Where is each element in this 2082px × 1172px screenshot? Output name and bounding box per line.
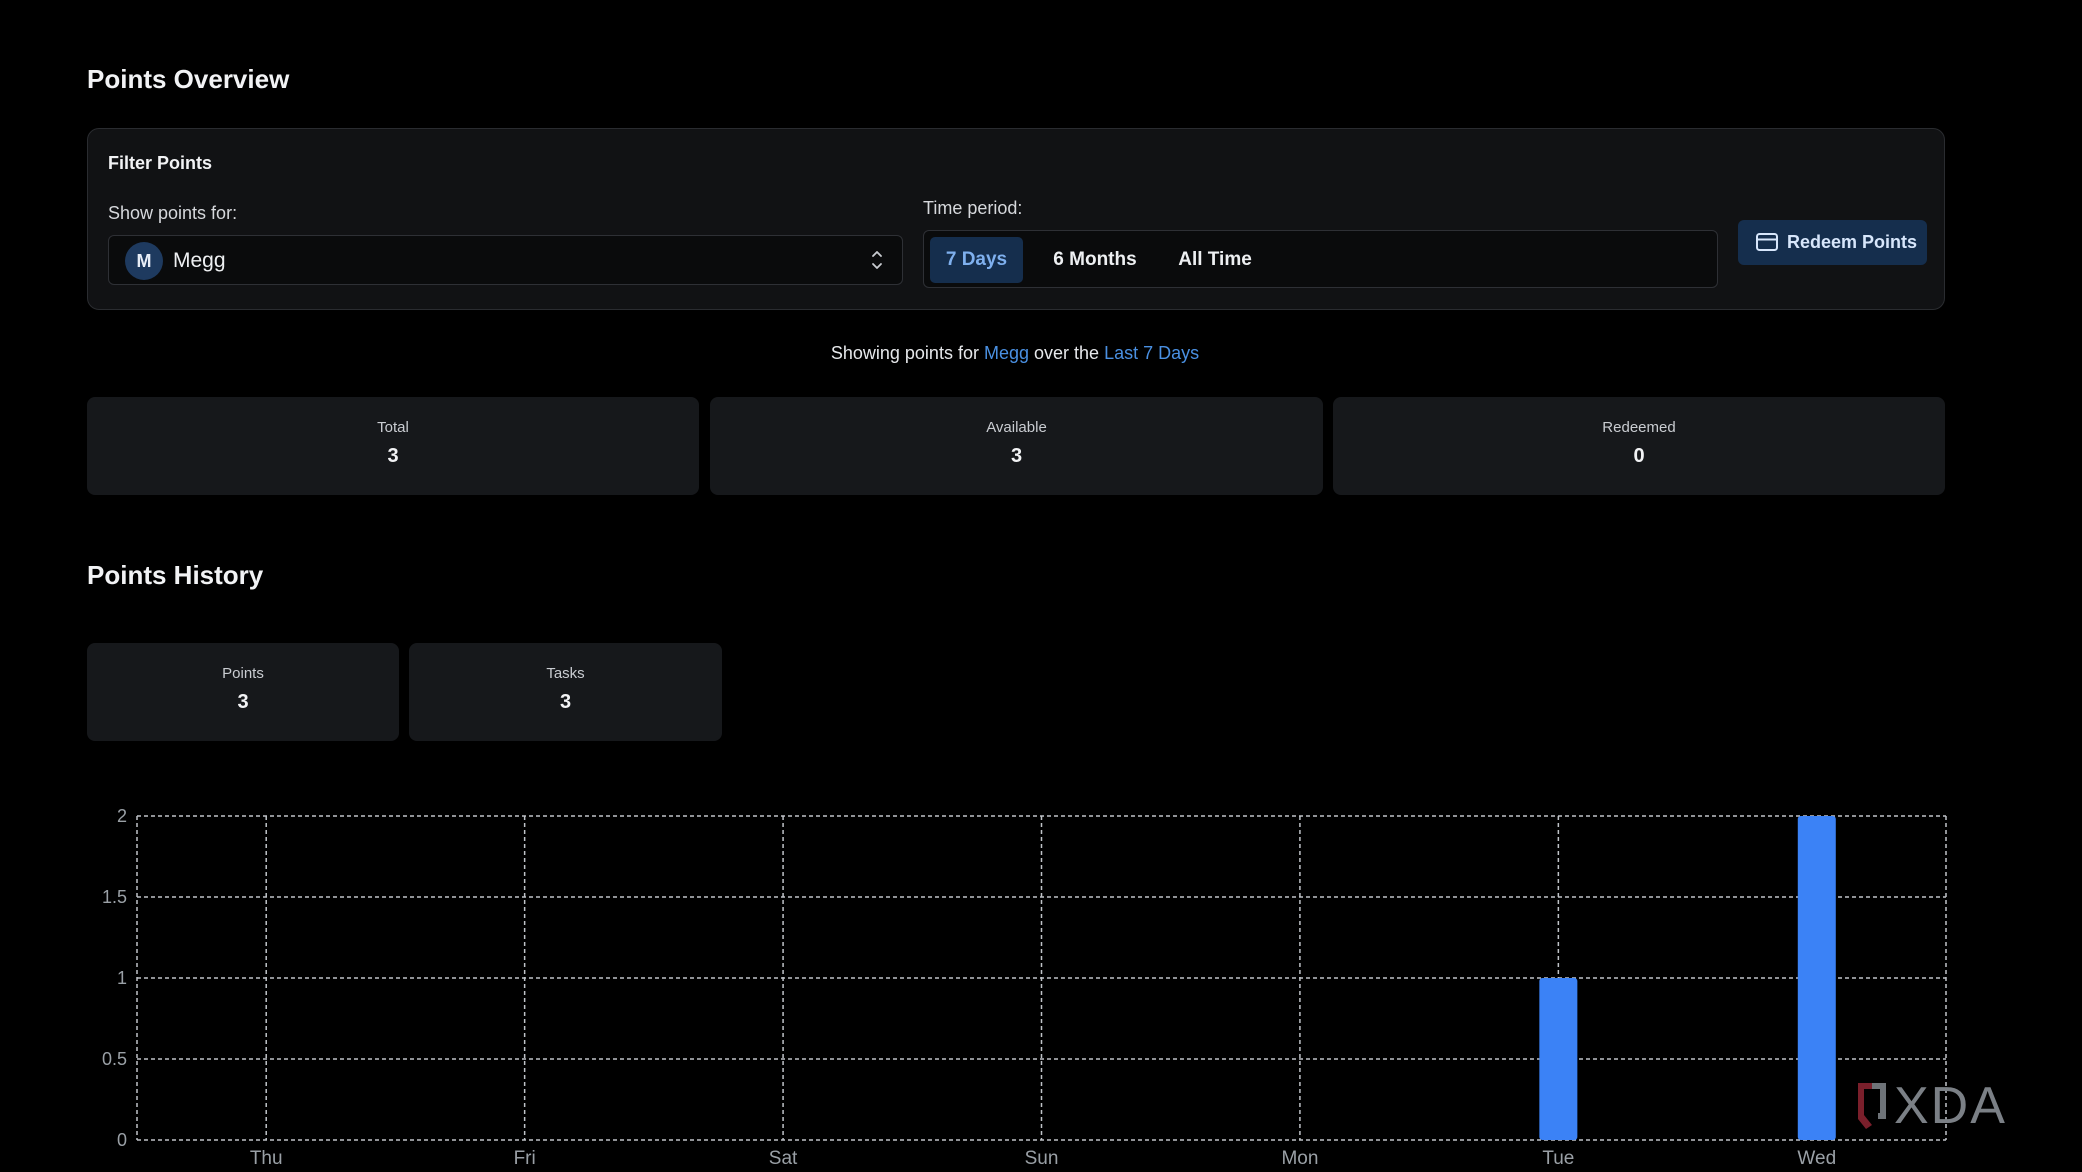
- x-tick-label: Fri: [514, 1148, 536, 1169]
- points-page: Points Overview Filter Points Show point…: [0, 0, 2082, 1172]
- summary-middle: over the: [1034, 343, 1100, 363]
- stat-label: Total: [377, 419, 409, 436]
- summary-sentence: Showing points for Megg over the Last 7 …: [0, 343, 2030, 364]
- stat-value: 3: [237, 691, 249, 713]
- stat-value: 3: [559, 691, 572, 713]
- watermark-text: XDA: [1894, 1077, 2007, 1135]
- stat-value: 3: [1010, 445, 1023, 467]
- person-select[interactable]: M Megg: [108, 235, 903, 285]
- stat-card-total: Total 3: [87, 397, 699, 495]
- bar-wed: [1797, 816, 1836, 1140]
- tab-7-days[interactable]: 7 Days: [930, 237, 1023, 283]
- x-tick-label: Mon: [1281, 1148, 1318, 1169]
- stat-card-redeemed: Redeemed 0: [1333, 397, 1945, 495]
- selected-person-name: Megg: [173, 249, 226, 272]
- redeem-points-button[interactable]: Redeem Points: [1738, 220, 1927, 265]
- x-tick-label: Sun: [1025, 1148, 1059, 1169]
- x-tick-label: Tue: [1542, 1148, 1574, 1169]
- tab-6-months[interactable]: 6 Months: [1030, 237, 1160, 283]
- redeem-points-label: Redeem Points: [1787, 232, 1918, 252]
- summary-period: Last 7 Days: [1104, 343, 1200, 363]
- section-title: Points History: [87, 560, 264, 590]
- history-card-tasks: Tasks 3: [409, 643, 722, 741]
- y-tick-label: 1: [117, 968, 127, 988]
- history-card-points: Points 3: [87, 643, 399, 741]
- stat-label: Redeemed: [1602, 419, 1676, 436]
- credit-card-icon: [1756, 233, 1778, 251]
- time-period-label: Time period:: [923, 198, 1023, 218]
- summary-prefix: Showing points for: [830, 343, 979, 363]
- time-period-selector: 7 Days 6 Months All Time: [923, 230, 1718, 288]
- filter-title: Filter Points: [108, 153, 213, 173]
- xda-logo-icon: XDA: [1858, 1077, 2007, 1135]
- points-history-chart: 0 0.5 1 1.5 2 Thu Fri Sat Sun Mon Tue Wed: [102, 806, 1947, 1169]
- bar-tue: [1539, 978, 1578, 1140]
- stat-card-available: Available 3: [710, 397, 1323, 495]
- summary-person: Megg: [983, 343, 1029, 363]
- stat-label: Available: [986, 419, 1047, 436]
- x-tick-label: Wed: [1797, 1148, 1836, 1169]
- stat-value: 0: [1633, 445, 1645, 467]
- stat-label: Tasks: [546, 665, 585, 682]
- page-title: Points Overview: [87, 64, 290, 94]
- stat-value: 3: [387, 445, 399, 467]
- chevron-up-down-icon: [872, 251, 882, 269]
- y-tick-label: 0: [117, 1130, 127, 1150]
- y-tick-label: 2: [117, 806, 127, 826]
- stat-label: Points: [222, 665, 264, 682]
- y-tick-label: 1.5: [102, 887, 127, 907]
- avatar: M: [125, 242, 163, 280]
- tab-all-time[interactable]: All Time: [1160, 237, 1270, 283]
- show-points-label: Show points for:: [108, 203, 238, 223]
- x-tick-label: Sat: [769, 1148, 798, 1169]
- y-tick-label: 0.5: [102, 1049, 127, 1069]
- filter-card: Filter Points Show points for: M Megg Ti…: [87, 128, 1945, 310]
- x-tick-label: Thu: [250, 1148, 283, 1169]
